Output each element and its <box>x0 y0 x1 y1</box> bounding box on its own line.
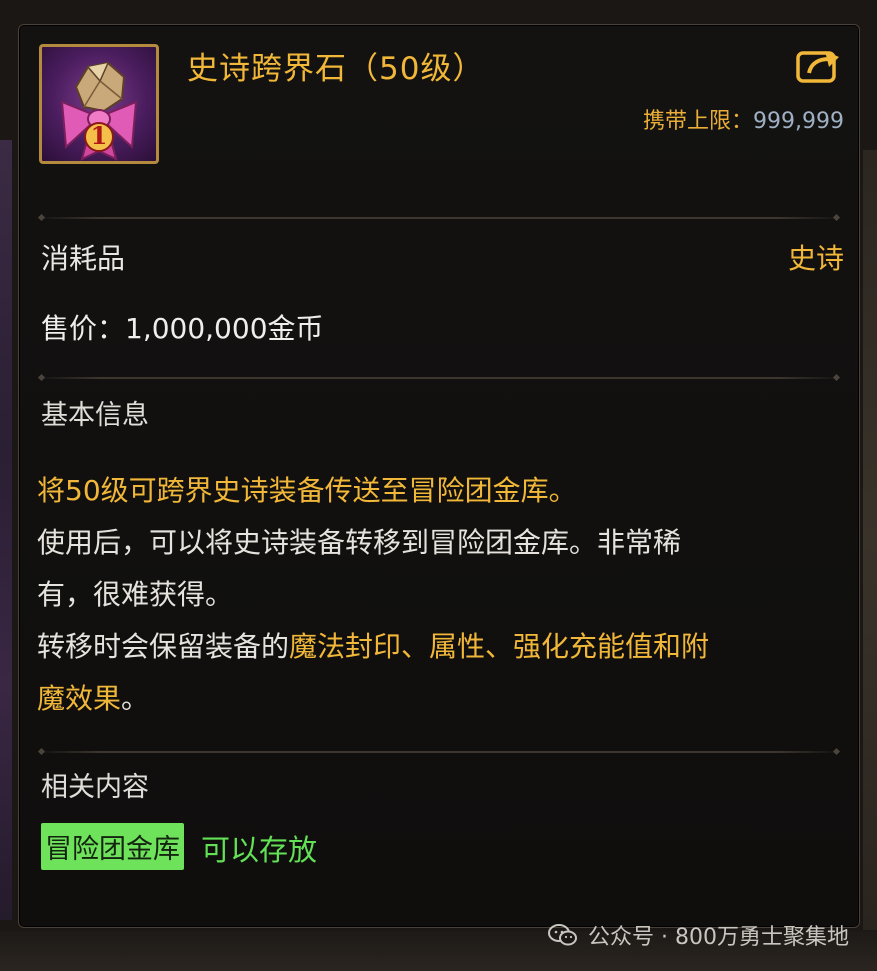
storage-tag[interactable]: 冒险团金库 <box>41 823 184 870</box>
carry-limit-label: 携带上限： <box>643 109 754 134</box>
divider <box>35 217 843 219</box>
related-content-title: 相关内容 <box>41 772 149 803</box>
item-name: 史诗跨界石（50级） <box>187 51 485 87</box>
item-price: 售价：1,000,000金币 <box>41 312 324 345</box>
background-panel-right <box>863 150 877 930</box>
share-button[interactable] <box>795 45 841 85</box>
carry-limit-value: 999,999 <box>753 109 844 134</box>
divider <box>35 377 843 379</box>
item-type: 消耗品 <box>41 242 126 275</box>
description-line: 使用后，可以将史诗装备转移到冒险团金库。非常稀 <box>37 526 682 559</box>
description-highlight: 魔效果 <box>37 682 122 715</box>
description-line: 将50级可跨界史诗装备传送至冒险团金库。 <box>37 474 577 507</box>
description-line: 有，很难获得。 <box>37 578 234 611</box>
item-description: 将50级可跨界史诗装备传送至冒险团金库。 使用后，可以将史诗装备转移到冒险团金库… <box>37 465 837 725</box>
item-rarity: 史诗 <box>787 242 844 275</box>
watermark: 公众号 · 800万勇士聚集地 <box>548 919 849 951</box>
item-icon-frame: 1 <box>39 44 159 164</box>
description-line: 魔效果。 <box>37 673 837 725</box>
item-tooltip: 1 史诗跨界石（50级） 携带上限：999,999 消耗品 史诗 售价：1,00… <box>18 24 860 928</box>
description-text: 转移时会保留装备的 <box>37 630 290 663</box>
basic-info-title: 基本信息 <box>41 400 149 431</box>
share-icon <box>796 51 839 83</box>
divider <box>35 751 843 753</box>
description-highlight: 魔法封印、属性、强化充能值和附 <box>289 630 710 663</box>
description-text: 。 <box>121 682 150 715</box>
watermark-text: 公众号 · 800万勇士聚集地 <box>588 925 849 950</box>
storage-status: 可以存放 <box>201 833 318 867</box>
icon-badge-number: 1 <box>90 121 108 150</box>
carry-limit: 携带上限：999,999 <box>643 103 844 135</box>
wechat-icon <box>548 924 578 946</box>
description-line: 转移时会保留装备的魔法封印、属性、强化充能值和附 <box>37 621 837 673</box>
background-panel-left <box>0 140 12 920</box>
